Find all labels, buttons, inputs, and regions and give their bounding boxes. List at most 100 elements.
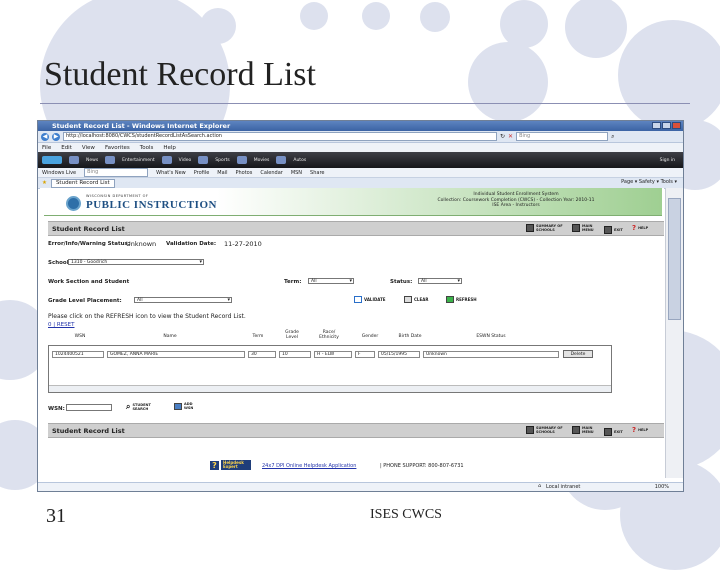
zoom-level[interactable]: 100% <box>655 484 669 490</box>
link-msn[interactable]: MSN <box>291 170 302 176</box>
status-zone: Local intranet <box>546 484 581 490</box>
status-select[interactable]: All <box>418 278 462 284</box>
exit-icon <box>604 226 612 234</box>
home-icon <box>572 426 580 434</box>
live-search-input[interactable]: Bing <box>84 168 149 177</box>
cell-wsn[interactable]: 1024400521 <box>52 351 104 358</box>
validate-button[interactable]: VALIDATE <box>354 296 386 303</box>
back-icon[interactable]: ◀ <box>41 132 49 141</box>
table-horizontal-scrollbar[interactable] <box>49 385 611 392</box>
menu-edit[interactable]: Edit <box>61 145 72 151</box>
refresh-button[interactable]: REFRESH <box>446 296 477 303</box>
phone-support: | PHONE SUPPORT: 800-807-6731 <box>380 463 464 469</box>
tab-student-record-list[interactable]: Student Record List <box>50 178 115 188</box>
minimize-button[interactable] <box>652 122 661 129</box>
dpi-logo-icon <box>66 196 81 211</box>
autos-icon[interactable] <box>276 156 287 164</box>
area-info: ISE Area - Instructors <box>492 203 540 208</box>
signin-link[interactable]: Sign in <box>660 158 675 163</box>
search-icon[interactable]: ⌕ <box>611 133 614 141</box>
status-bar: ⌂ Local intranet 100% <box>38 482 683 491</box>
background-circle <box>200 8 236 44</box>
news-icon[interactable] <box>69 156 79 164</box>
maximize-button[interactable] <box>662 122 671 129</box>
exit-button[interactable]: EXIT <box>604 226 623 234</box>
delete-row-button[interactable]: Delete <box>563 350 593 358</box>
exit-icon <box>604 428 612 436</box>
help-button-bottom[interactable]: ? HELP <box>632 426 648 434</box>
stop-icon[interactable]: ✕ <box>508 133 513 140</box>
url-input[interactable]: http://localhost:8080/CWCS/studentRecord… <box>63 132 497 141</box>
term-select[interactable]: All <box>308 278 354 284</box>
link-profile[interactable]: Profile <box>194 170 210 176</box>
add-wsn-label: ADD WSN <box>184 402 194 410</box>
command-bar[interactable]: Page ▾ Safety ▾ Tools ▾ <box>621 179 677 185</box>
slide-footer: ISES CWCS <box>370 507 442 522</box>
clear-label: CLEAR <box>414 297 429 302</box>
system-info: Individual Student Enrollment System Col… <box>416 192 616 209</box>
main-menu-button[interactable]: MAIN MENU <box>572 224 598 232</box>
background-circle <box>362 2 390 30</box>
sports-icon[interactable] <box>198 156 209 164</box>
toolbar-movies[interactable]: Movies <box>254 158 270 163</box>
link-share[interactable]: Share <box>310 170 324 176</box>
background-circle <box>300 2 328 30</box>
toolbar-news[interactable]: News <box>86 158 98 163</box>
add-wsn-button[interactable]: ADD WSN <box>174 402 198 410</box>
exit-label-bottom: EXIT <box>614 430 623 434</box>
address-bar: ◀ ▶ http://localhost:8080/CWCS/studentRe… <box>38 131 683 143</box>
cell-grade: 10 <box>279 351 311 358</box>
menu-file[interactable]: File <box>42 145 51 151</box>
video-icon[interactable] <box>161 156 172 164</box>
helpdesk-brand: Helpdesk Expert <box>221 460 251 470</box>
windows-live-label[interactable]: Windows Live <box>42 170 76 176</box>
validate-label: VALIDATE <box>364 297 386 302</box>
grade-level-select[interactable]: All <box>134 297 232 303</box>
clear-button[interactable]: CLEAR <box>404 296 428 303</box>
movies-icon[interactable] <box>236 156 247 164</box>
toolbar-autos[interactable]: Autos <box>293 158 306 163</box>
help-button[interactable]: ? HELP <box>632 225 649 232</box>
menu-favorites[interactable]: Favorites <box>105 145 130 151</box>
reset-link[interactable]: 0 | RESET <box>48 322 74 328</box>
student-search-button[interactable]: ⌕ STUDENT SEARCH <box>126 402 154 412</box>
cell-term: 30 <box>248 351 276 358</box>
scrollbar-thumb[interactable] <box>668 198 681 320</box>
toolbar-video[interactable]: Video <box>179 158 192 163</box>
forward-icon[interactable]: ▶ <box>52 132 60 141</box>
section-footer-bar: Student Record List SUMMARY OF SCHOOLS M… <box>48 423 664 438</box>
menu-view[interactable]: View <box>82 145 95 151</box>
menu-help[interactable]: Help <box>163 145 176 151</box>
window-title: Student Record List - Windows Internet E… <box>52 122 231 130</box>
exit-button-bottom[interactable]: EXIT <box>604 428 623 436</box>
link-mail[interactable]: Mail <box>217 170 227 176</box>
magnifier-icon: ⌕ <box>126 402 131 411</box>
link-calendar[interactable]: Calendar <box>260 170 282 176</box>
validation-label: Validation Date: <box>166 241 217 247</box>
helpdesk-link[interactable]: 24x7 DPI Online Helpdesk Application <box>262 463 356 469</box>
msn-toolbar: News Entertainment Video Sports Movies A… <box>38 152 683 168</box>
browser-search-input[interactable]: Bing <box>516 132 609 141</box>
wsn-input[interactable] <box>66 404 112 411</box>
close-button[interactable] <box>672 122 681 129</box>
col-header-grade: Grade Level <box>285 330 299 340</box>
help-label: HELP <box>638 226 649 230</box>
toolbar-sports[interactable]: Sports <box>215 158 229 163</box>
help-icon: ? <box>632 426 637 434</box>
summary-of-schools-button-bottom[interactable]: SUMMARY OF SCHOOLS <box>526 426 566 434</box>
toolbar-entertainment[interactable]: Entertainment <box>122 158 154 163</box>
link-whats-new[interactable]: What's New <box>156 170 186 176</box>
live-toolbar: Windows Live Bing What's New Profile Mai… <box>38 168 683 178</box>
wsn-label: WSN: <box>48 406 65 412</box>
school-select[interactable]: 1310 - Goodrich <box>68 259 204 265</box>
entertainment-icon[interactable] <box>105 156 116 164</box>
grade-level-label: Grade Level Placement: <box>48 298 122 304</box>
page-vertical-scrollbar[interactable] <box>665 188 683 478</box>
summary-of-schools-button[interactable]: SUMMARY OF SCHOOLS <box>526 224 566 232</box>
favorites-star-icon[interactable]: ★ <box>42 180 47 186</box>
link-photos[interactable]: Photos <box>235 170 252 176</box>
refresh-icon[interactable]: ↻ <box>500 133 505 140</box>
menu-bar: File Edit View Favorites Tools Help <box>38 143 683 152</box>
main-menu-button-bottom[interactable]: MAIN MENU <box>572 426 598 434</box>
menu-tools[interactable]: Tools <box>140 145 154 151</box>
